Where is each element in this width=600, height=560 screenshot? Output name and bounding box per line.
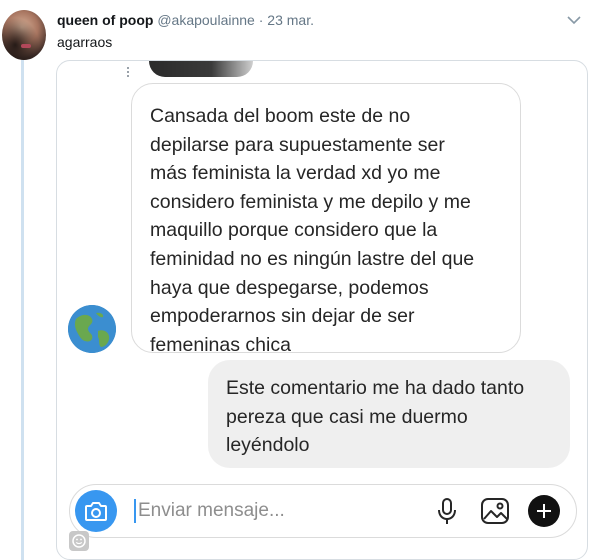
display-name[interactable]: queen of poop (57, 12, 153, 28)
avatar-lips (21, 44, 31, 48)
tweet-date[interactable]: 23 mar. (267, 12, 314, 28)
dots-indicator (127, 67, 131, 77)
message-input[interactable] (138, 497, 378, 525)
avatar[interactable] (2, 10, 46, 60)
thread-line (21, 60, 24, 560)
camera-icon (85, 502, 107, 521)
message-composer (69, 484, 577, 538)
shared-photo-thumbnail[interactable] (149, 61, 253, 77)
incoming-message-bubble[interactable]: Cansada del boom este de no depilarse pa… (131, 83, 521, 356)
avatar-hair (2, 10, 46, 60)
microphone-icon[interactable] (432, 496, 462, 526)
tweet-text: agarraos (57, 34, 113, 50)
gallery-icon[interactable] (479, 496, 511, 526)
tweet-media[interactable]: Cansada del boom este de no depilarse pa… (56, 60, 588, 560)
text-cursor (134, 499, 136, 523)
globe-icon (68, 305, 116, 353)
camera-button[interactable] (75, 490, 117, 532)
plus-icon[interactable] (528, 495, 560, 527)
separator-dot: · (258, 12, 264, 28)
incoming-message-text: Cansada del boom este de no depilarse pa… (150, 105, 475, 356)
chevron-down-icon[interactable] (566, 12, 582, 28)
outgoing-message-text: Este comentario me ha dado tanto pereza … (226, 377, 525, 457)
user-handle[interactable]: @akapoulainne (157, 12, 255, 28)
tweet-header: queen of poop @akapoulainne · 23 mar. (57, 12, 314, 28)
outgoing-message-bubble[interactable]: Este comentario me ha dado tanto pereza … (208, 360, 570, 468)
emoji-icon[interactable] (69, 531, 89, 551)
